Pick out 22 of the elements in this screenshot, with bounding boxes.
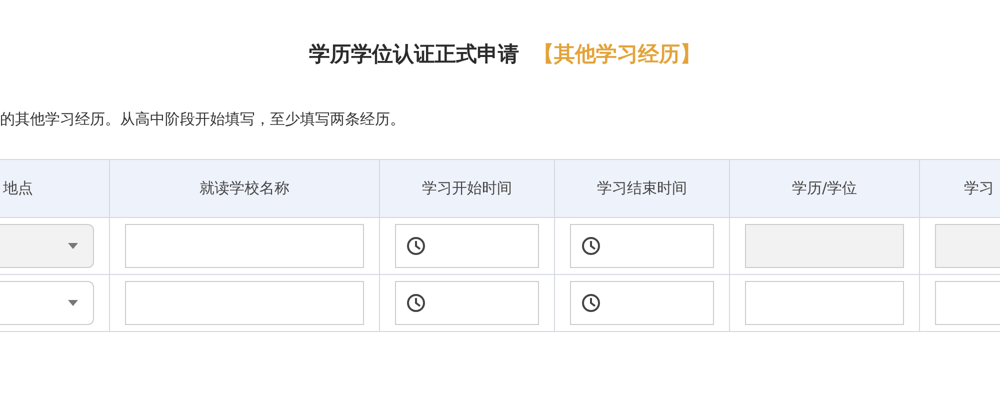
page-title: 学历学位认证正式申请 (309, 41, 519, 68)
column-header: 学历/学位 (730, 160, 920, 218)
input-field[interactable] (125, 281, 364, 325)
column-header: 学习 (920, 160, 1000, 218)
column-header: 学习结束时间 (555, 160, 730, 218)
clock-icon (406, 236, 426, 256)
clock-icon (406, 293, 426, 313)
section-title: 【其他学习经历】 (533, 41, 701, 68)
caret-icon (67, 242, 79, 250)
date-field[interactable] (395, 281, 539, 325)
caret-icon (67, 299, 79, 307)
input-field[interactable] (125, 224, 364, 268)
clock-icon (581, 293, 601, 313)
input-field[interactable] (745, 281, 904, 325)
clock-icon (581, 236, 601, 256)
date-field[interactable] (570, 224, 714, 268)
instruction-text: 的其他学习经历。从高中阶段开始填写，至少填写两条经历。 (0, 110, 406, 129)
column-header: 学习开始时间 (380, 160, 555, 218)
date-field[interactable] (395, 224, 539, 268)
column-header: 地点 (0, 160, 110, 218)
date-field[interactable] (570, 281, 714, 325)
column-header: 就读学校名称 (110, 160, 380, 218)
